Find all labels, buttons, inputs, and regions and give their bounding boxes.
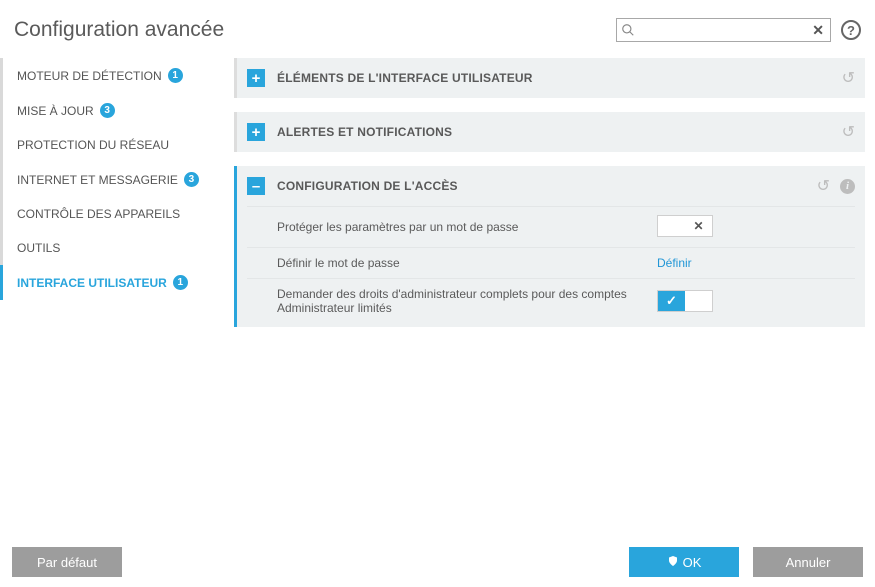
sidebar-item-tools[interactable]: OUTILS <box>0 231 230 265</box>
toggle-on-half <box>658 291 685 311</box>
sidebar-item-label: PROTECTION DU RÉSEAU <box>17 138 169 152</box>
shield-icon <box>667 555 679 570</box>
footer: Par défaut OK Annuler <box>0 547 875 577</box>
section-header-ui-elements[interactable]: ÉLÉMENTS DE L'INTERFACE UTILISATEUR ↺ <box>237 58 865 98</box>
expand-icon[interactable] <box>247 123 265 141</box>
info-icon[interactable]: i <box>840 179 855 194</box>
sidebar-item-label: CONTRÔLE DES APPAREILS <box>17 207 180 221</box>
row-label: Protéger les paramètres par un mot de pa… <box>277 220 647 234</box>
content: ÉLÉMENTS DE L'INTERFACE UTILISATEUR ↺ AL… <box>230 52 875 522</box>
row-label: Demander des droits d'administrateur com… <box>277 287 647 315</box>
sidebar-item-label: MISE À JOUR <box>17 104 94 118</box>
page-title: Configuration avancée <box>14 18 224 42</box>
badge: 1 <box>168 68 183 83</box>
section-header-access[interactable]: CONFIGURATION DE L'ACCÈS ↺ i <box>237 166 865 206</box>
expand-icon[interactable] <box>247 69 265 87</box>
sidebar: MOTEUR DE DÉTECTION 1 MISE À JOUR 3 PROT… <box>0 52 230 522</box>
sidebar-item-update[interactable]: MISE À JOUR 3 <box>0 93 230 128</box>
reset-icon[interactable]: ↺ <box>817 176 830 196</box>
ok-button-label: OK <box>683 555 702 570</box>
row-admin-rights: Demander des droits d'administrateur com… <box>247 278 855 323</box>
section-title: ALERTES ET NOTIFICATIONS <box>277 125 830 139</box>
ok-button[interactable]: OK <box>629 547 739 577</box>
toggle-off-half <box>685 291 712 311</box>
row-protect-password: Protéger les paramètres par un mot de pa… <box>247 206 855 247</box>
sidebar-item-label: OUTILS <box>17 241 60 255</box>
sidebar-item-user-interface[interactable]: INTERFACE UTILISATEUR 1 <box>0 265 230 300</box>
search-icon <box>621 23 635 37</box>
help-icon[interactable]: ? <box>841 20 861 40</box>
section-access: CONFIGURATION DE L'ACCÈS ↺ i Protéger le… <box>234 166 865 327</box>
sidebar-item-detection-engine[interactable]: MOTEUR DE DÉTECTION 1 <box>0 58 230 93</box>
default-button[interactable]: Par défaut <box>12 547 122 577</box>
search-input[interactable] <box>635 23 806 37</box>
toggle-admin-rights[interactable] <box>657 290 713 312</box>
toggle-protect-password[interactable] <box>657 215 713 237</box>
section-alerts: ALERTES ET NOTIFICATIONS ↺ <box>234 112 865 152</box>
sidebar-item-label: INTERNET ET MESSAGERIE <box>17 173 178 187</box>
search-clear-icon[interactable]: ✕ <box>806 22 830 39</box>
sidebar-item-internet-messaging[interactable]: INTERNET ET MESSAGERIE 3 <box>0 162 230 197</box>
section-body: Protéger les paramètres par un mot de pa… <box>237 206 865 327</box>
sidebar-item-label: INTERFACE UTILISATEUR <box>17 276 167 290</box>
sidebar-item-network-protection[interactable]: PROTECTION DU RÉSEAU <box>0 128 230 162</box>
toggle-on-half <box>658 216 685 236</box>
badge: 1 <box>173 275 188 290</box>
section-ui-elements: ÉLÉMENTS DE L'INTERFACE UTILISATEUR ↺ <box>234 58 865 98</box>
cancel-button[interactable]: Annuler <box>753 547 863 577</box>
search-box[interactable]: ✕ <box>616 18 831 42</box>
sidebar-item-device-control[interactable]: CONTRÔLE DES APPAREILS <box>0 197 230 231</box>
collapse-icon[interactable] <box>247 177 265 195</box>
section-title: ÉLÉMENTS DE L'INTERFACE UTILISATEUR <box>277 71 830 85</box>
toggle-off-half <box>685 216 712 236</box>
reset-icon[interactable]: ↺ <box>842 122 855 142</box>
section-header-alerts[interactable]: ALERTES ET NOTIFICATIONS ↺ <box>237 112 865 152</box>
row-define-password: Définir le mot de passe Définir <box>247 247 855 278</box>
reset-icon[interactable]: ↺ <box>842 68 855 88</box>
define-password-link[interactable]: Définir <box>657 256 692 270</box>
section-title: CONFIGURATION DE L'ACCÈS <box>277 179 805 193</box>
badge: 3 <box>184 172 199 187</box>
sidebar-item-label: MOTEUR DE DÉTECTION <box>17 69 162 83</box>
badge: 3 <box>100 103 115 118</box>
row-label: Définir le mot de passe <box>277 256 647 270</box>
